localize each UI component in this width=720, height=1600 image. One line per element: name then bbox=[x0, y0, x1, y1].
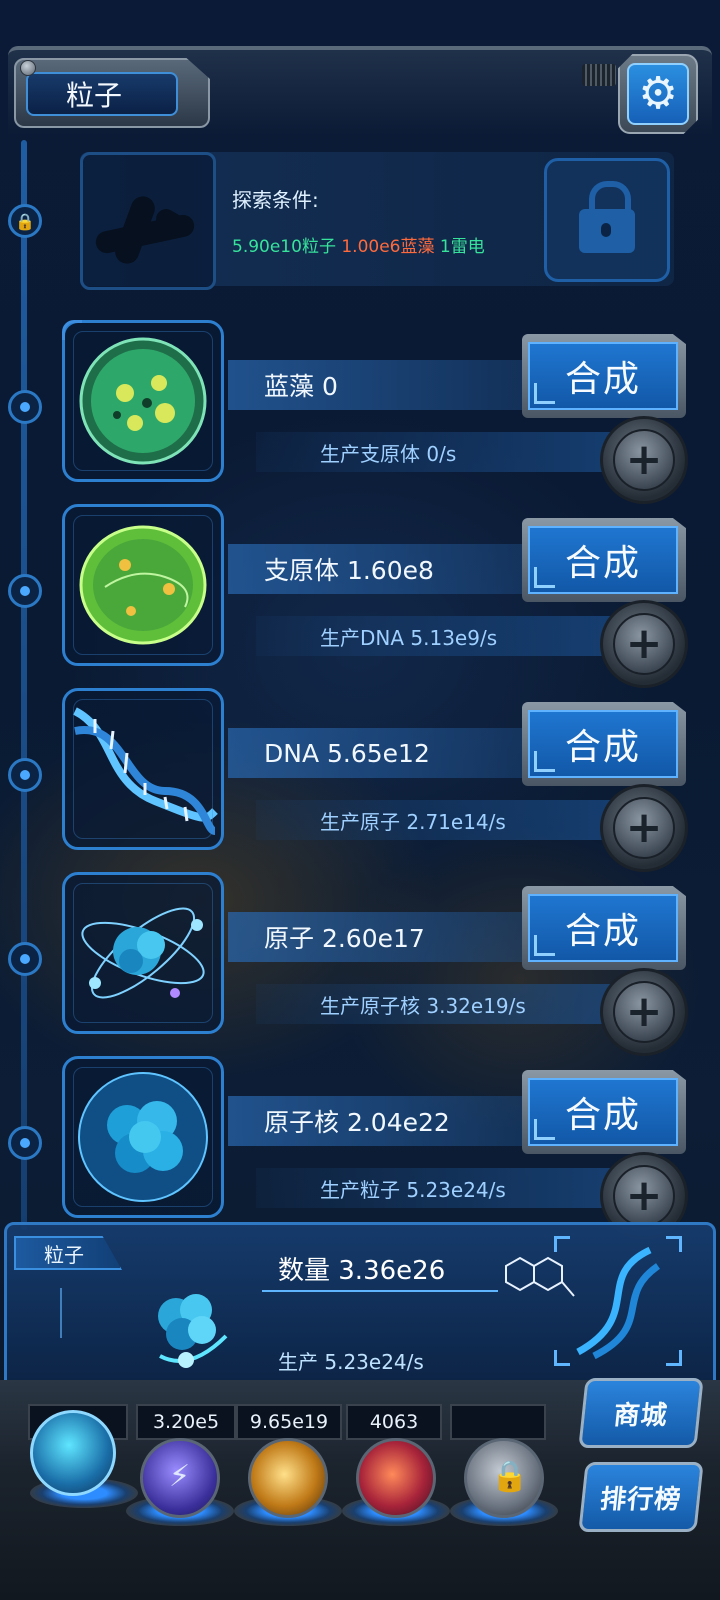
item-name-cyanobacteria: 蓝藻 0 bbox=[228, 360, 558, 410]
locked-item-thumbnail bbox=[80, 152, 216, 290]
item-production-mycoplasma: 生产DNA 5.13e9/s bbox=[256, 616, 616, 656]
item-row-nucleus: 原子核 2.04e22 生产粒子 5.23e24/s 合成 + bbox=[0, 1056, 720, 1240]
explore-condition-label: 探索条件: bbox=[232, 188, 319, 212]
settings-button[interactable]: ⚙ bbox=[627, 63, 689, 125]
gear-icon: ⚙ bbox=[638, 68, 678, 119]
upgrade-button-cyanobacteria[interactable]: + bbox=[600, 416, 688, 504]
dna-emblem bbox=[554, 1236, 682, 1366]
item-production-cyanobacteria: 生产支原体 0/s bbox=[256, 432, 616, 472]
dna-emblem-icon bbox=[576, 1246, 661, 1360]
nucleus-thumbnail bbox=[62, 1056, 224, 1218]
cyanobacteria-icon bbox=[79, 337, 207, 465]
synthesize-button-dna[interactable]: 合成 bbox=[528, 710, 678, 778]
item-production-nucleus: 生产粒子 5.23e24/s bbox=[256, 1168, 616, 1208]
circuit-line bbox=[60, 1288, 62, 1338]
item-name-nucleus: 原子核 2.04e22 bbox=[228, 1096, 558, 1146]
plus-icon: + bbox=[613, 613, 675, 675]
item-row-cyanobacteria: 蓝藻 0 生产支原体 0/s 合成 + bbox=[0, 320, 720, 504]
resource-brain: 4063 bbox=[346, 1404, 442, 1440]
item-row-dna: DNA 5.65e12 生产原子 2.71e14/s 合成 + bbox=[0, 688, 720, 872]
resource-locked bbox=[450, 1404, 546, 1440]
particle-icon bbox=[158, 1294, 228, 1368]
item-row-mycoplasma: 支原体 1.60e8 生产DNA 5.13e9/s 合成 + bbox=[0, 504, 720, 688]
mycoplasma-thumbnail bbox=[62, 504, 224, 666]
particle-production: 生产 5.23e24/s bbox=[278, 1350, 424, 1374]
circuit-line bbox=[262, 1290, 498, 1292]
rail-lock-icon: 🔒 bbox=[8, 204, 42, 238]
cyanobacteria-thumbnail bbox=[62, 320, 224, 482]
upgrade-button-atom[interactable]: + bbox=[600, 968, 688, 1056]
item-row-atom: 原子 2.60e17 生产原子核 3.32e19/s 合成 + bbox=[0, 872, 720, 1056]
orb-thunder-tab[interactable]: ⚡ bbox=[140, 1438, 220, 1518]
requirement-cyanobacteria: 1.00e6蓝藻 bbox=[341, 237, 435, 257]
mycoplasma-icon bbox=[79, 525, 207, 645]
synthesize-button-atom[interactable]: 合成 bbox=[528, 894, 678, 962]
atom-thumbnail bbox=[62, 872, 224, 1034]
item-name-dna: DNA 5.65e12 bbox=[228, 728, 558, 778]
item-name-atom: 原子 2.60e17 bbox=[228, 912, 558, 962]
bolt-icon bbox=[20, 60, 36, 76]
dna-icon bbox=[73, 707, 218, 835]
plus-icon: + bbox=[613, 981, 675, 1043]
vent-grille bbox=[582, 64, 616, 86]
plus-icon: + bbox=[613, 1165, 675, 1227]
plus-icon: + bbox=[613, 429, 675, 491]
plus-icon: + bbox=[613, 797, 675, 859]
lock-icon bbox=[579, 181, 635, 253]
lightning-icon: ⚡ bbox=[169, 1459, 191, 1494]
synthesize-button-nucleus[interactable]: 合成 bbox=[528, 1078, 678, 1146]
synthesize-button-mycoplasma[interactable]: 合成 bbox=[528, 526, 678, 594]
particle-count: 数量 3.36e26 bbox=[278, 1256, 446, 1286]
nucleus-icon bbox=[78, 1072, 208, 1202]
dna-thumbnail bbox=[62, 688, 224, 850]
explore-requirements: 5.90e10粒子 1.00e6蓝藻 1雷电 bbox=[232, 232, 485, 257]
lock-icon: 🔒 bbox=[491, 1459, 529, 1494]
item-name-mycoplasma: 支原体 1.60e8 bbox=[228, 544, 558, 594]
item-production-dna: 生产原子 2.71e14/s bbox=[256, 800, 616, 840]
item-production-atom: 生产原子核 3.32e19/s bbox=[256, 984, 616, 1024]
resource-thunder: 3.20e5 bbox=[136, 1404, 236, 1440]
orb-locked-tab[interactable]: 🔒 bbox=[464, 1438, 544, 1518]
resource-energy: 9.65e19 bbox=[236, 1404, 342, 1440]
explore-lock-button[interactable] bbox=[544, 158, 670, 282]
orb-particle-tab[interactable] bbox=[30, 1410, 116, 1496]
synthesize-button-cyanobacteria[interactable]: 合成 bbox=[528, 342, 678, 410]
requirement-particle: 5.90e10粒子 bbox=[232, 237, 336, 257]
atom-icon bbox=[81, 907, 205, 999]
upgrade-button-dna[interactable]: + bbox=[600, 784, 688, 872]
page-title: 粒子 bbox=[26, 72, 178, 116]
orb-brain-tab[interactable] bbox=[356, 1438, 436, 1518]
orb-energy-tab[interactable] bbox=[248, 1438, 328, 1518]
upgrade-button-mycoplasma[interactable]: + bbox=[600, 600, 688, 688]
shop-button[interactable]: 商城 bbox=[578, 1378, 704, 1448]
ranking-button[interactable]: 排行榜 bbox=[578, 1462, 704, 1532]
requirement-thunder: 1雷电 bbox=[439, 237, 485, 257]
